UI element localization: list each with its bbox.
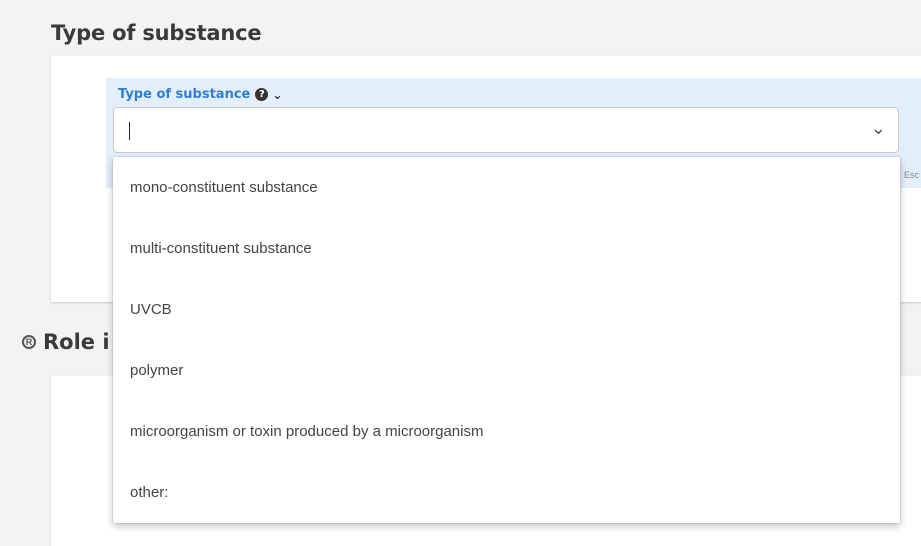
role-section-title: Role i bbox=[43, 330, 110, 354]
option-multi-constituent[interactable]: multi-constituent substance bbox=[113, 218, 900, 279]
dropdown-menu: mono-constituent substance multi-constit… bbox=[113, 157, 900, 523]
role-section-header: R Role i bbox=[22, 330, 110, 354]
option-other[interactable]: other: bbox=[113, 462, 900, 523]
option-uvcb[interactable]: UVCB bbox=[113, 279, 900, 340]
question-circle-icon[interactable]: ? bbox=[255, 88, 269, 101]
text-caret bbox=[129, 122, 130, 140]
field-label-text: Type of substance bbox=[118, 87, 251, 102]
select-chevron-down-icon[interactable]: ⌄ bbox=[871, 118, 886, 139]
substance-type-select[interactable]: ⌄ bbox=[113, 107, 899, 153]
role-icon: R bbox=[22, 335, 36, 349]
field-label: Type of substance ? ⌄ bbox=[118, 87, 282, 102]
section-title: Type of substance bbox=[51, 21, 262, 45]
esc-hint: Esc bbox=[904, 170, 920, 180]
option-mono-constituent[interactable]: mono-constituent substance bbox=[113, 157, 900, 218]
option-polymer[interactable]: polymer bbox=[113, 340, 900, 401]
chevron-down-icon[interactable]: ⌄ bbox=[272, 88, 282, 102]
option-microorganism[interactable]: microorganism or toxin produced by a mic… bbox=[113, 401, 900, 462]
